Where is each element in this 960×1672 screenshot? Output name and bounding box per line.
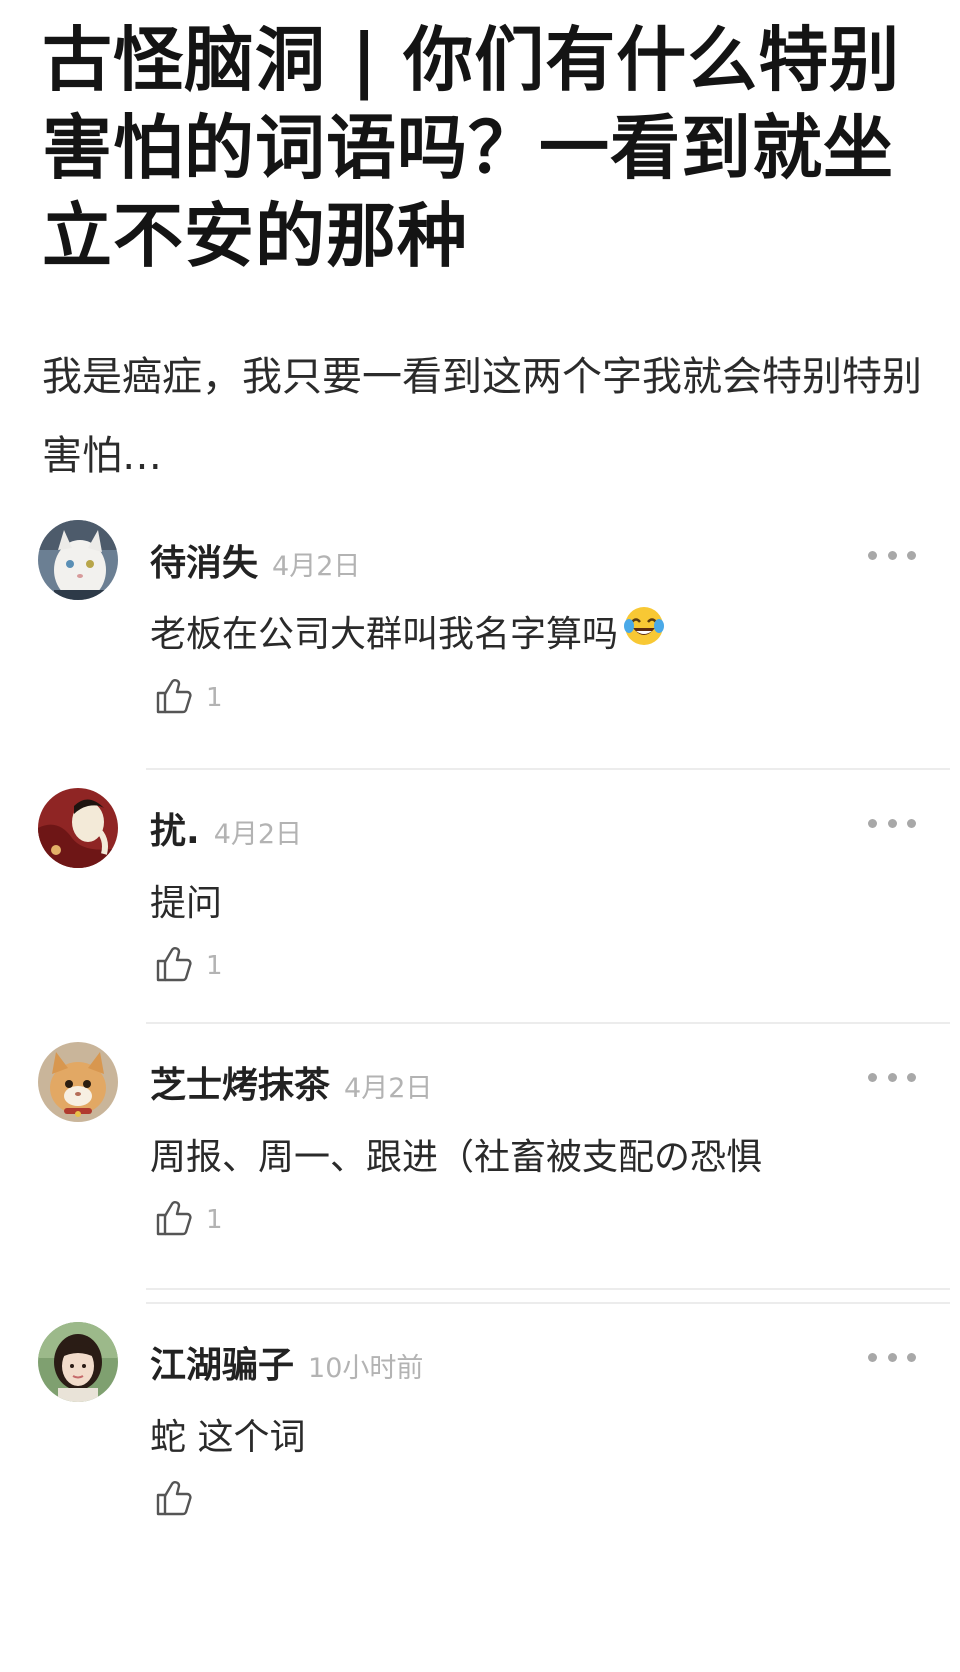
thumbs-up-icon[interactable] <box>154 944 194 988</box>
divider <box>146 1022 950 1024</box>
more-dot <box>887 550 897 560</box>
more-dot <box>907 818 916 828</box>
comment-text: 蛇 这个词 <box>150 1408 305 1460</box>
divider <box>146 768 950 770</box>
post-body: 我是癌症，我只要一看到这两个字我就会特别特别害怕… <box>42 354 922 479</box>
comment-username[interactable]: 扰. <box>150 802 200 854</box>
user-avatar[interactable] <box>38 788 118 868</box>
like-count: 1 <box>206 683 223 713</box>
thumbs-up-icon[interactable] <box>154 1478 194 1522</box>
user-avatar[interactable] <box>38 1042 118 1122</box>
comment-text: 提问 <box>150 874 222 926</box>
thumbs-up-icon[interactable] <box>154 676 194 720</box>
comment-header: 芝士烤抹茶 4月2日 <box>150 1056 432 1108</box>
comment-text: 老板在公司大群叫我名字算吗 <box>150 604 666 657</box>
laughing-tears-emoji <box>622 604 666 657</box>
comment-text-content: 提问 <box>150 883 223 924</box>
comment-username[interactable]: 待消失 <box>150 534 258 586</box>
more-dot <box>907 1072 916 1082</box>
more-dot <box>887 1072 897 1082</box>
more-dots-icon[interactable] <box>868 540 916 570</box>
comment-header: 扰. 4月2日 <box>150 802 302 854</box>
comment-time: 4月2日 <box>344 1073 433 1104</box>
user-avatar[interactable] <box>38 520 118 600</box>
like-row[interactable]: 1 <box>154 944 223 988</box>
more-dot <box>868 1352 877 1362</box>
comment-text-content: 周报、周一、跟进（社畜被支配の恐惧 <box>150 1137 763 1178</box>
comment-text-content: 老板在公司大群叫我名字算吗 <box>150 613 619 655</box>
more-dot <box>907 1352 916 1362</box>
more-dot <box>868 1072 877 1082</box>
more-dots-icon[interactable] <box>868 1342 916 1372</box>
user-avatar[interactable] <box>38 1322 118 1402</box>
comment-header: 江湖骗子 10小时前 <box>150 1336 423 1388</box>
comment-time: 4月2日 <box>272 551 361 582</box>
comment-username[interactable]: 芝士烤抹茶 <box>150 1056 330 1108</box>
more-dot <box>868 550 877 560</box>
comment-text-content: 蛇 这个词 <box>150 1417 306 1458</box>
like-row[interactable]: 1 <box>154 676 223 720</box>
like-count: 1 <box>206 1205 223 1235</box>
post-title: 古怪脑洞 | 你们有什么特别害怕的词语吗？一看到就坐立不安的那种 <box>42 19 901 277</box>
comment-header: 待消失 4月2日 <box>150 534 360 586</box>
divider <box>146 1288 950 1290</box>
more-dot <box>887 818 897 828</box>
more-dot <box>907 550 916 560</box>
more-dots-icon[interactable] <box>868 1062 916 1092</box>
more-dots-icon[interactable] <box>868 808 916 838</box>
comment-time: 10小时前 <box>308 1353 424 1384</box>
like-count: 1 <box>206 951 223 981</box>
more-dot <box>868 818 877 828</box>
divider <box>146 1302 950 1304</box>
thumbs-up-icon[interactable] <box>154 1198 194 1242</box>
like-row[interactable]: 1 <box>154 1198 223 1242</box>
comment-username[interactable]: 江湖骗子 <box>150 1336 294 1388</box>
comment-time: 4月2日 <box>213 819 303 850</box>
comment-text: 周报、周一、跟进（社畜被支配の恐惧 <box>150 1128 762 1180</box>
more-dot <box>887 1352 897 1362</box>
like-row[interactable] <box>154 1478 206 1522</box>
